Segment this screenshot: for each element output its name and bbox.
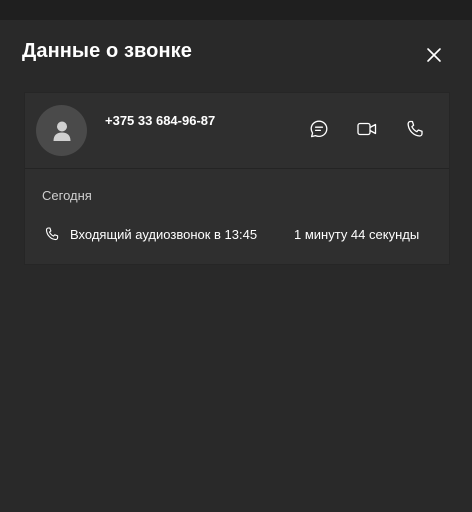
contact-phone-number: +375 33 684-96-87 xyxy=(105,113,216,128)
chat-icon xyxy=(310,120,328,138)
call-duration: 1 минуту 44 секунды xyxy=(294,227,420,242)
call-details-card: +375 33 684-96-87 Сегодня Входящий аудио… xyxy=(24,92,450,265)
call-description: Входящий аудиозвонок в 13:45 xyxy=(70,227,258,242)
call-history-entry: Входящий аудиозвонок в 13:45 1 минуту 44… xyxy=(42,226,442,244)
phone-icon xyxy=(45,227,59,241)
close-icon xyxy=(427,48,441,62)
panel-title: Данные о звонке xyxy=(22,40,192,62)
window-top-bar xyxy=(0,0,472,20)
avatar[interactable] xyxy=(36,105,87,156)
person-icon xyxy=(53,121,70,141)
history-date-label: Сегодня xyxy=(42,188,92,203)
phone-icon xyxy=(407,120,423,137)
video-icon xyxy=(357,122,377,136)
audio-call-button[interactable] xyxy=(403,117,427,141)
chat-button[interactable] xyxy=(307,117,331,141)
close-button[interactable] xyxy=(420,41,448,69)
contact-row: +375 33 684-96-87 xyxy=(25,93,449,168)
video-call-button[interactable] xyxy=(355,117,379,141)
card-divider xyxy=(25,168,449,169)
